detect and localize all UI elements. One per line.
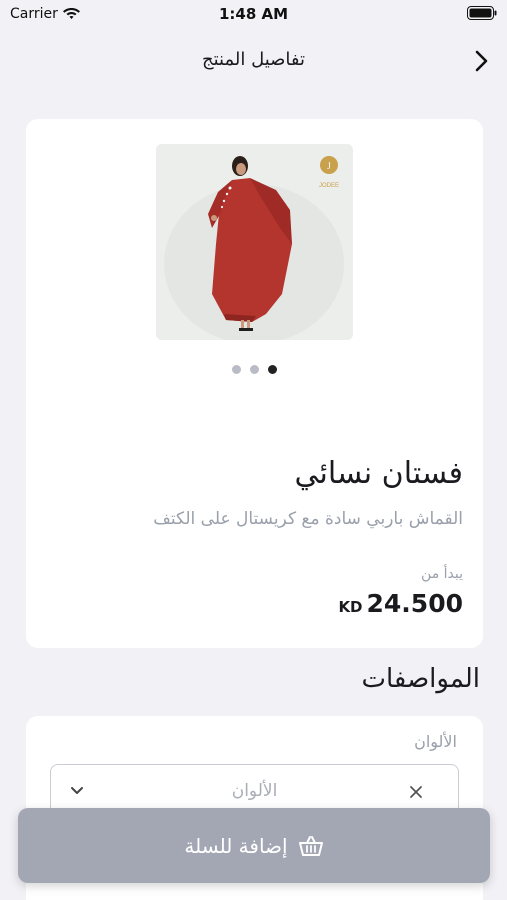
product-photo: J JODEE: [156, 144, 353, 340]
colors-label: الألوان: [414, 732, 457, 751]
pager-dot[interactable]: [250, 365, 259, 374]
image-pager[interactable]: [26, 359, 483, 378]
basket-icon: [298, 835, 323, 856]
svg-text:JODEE: JODEE: [319, 183, 339, 189]
svg-text:J: J: [327, 161, 331, 171]
battery-icon: [467, 6, 497, 20]
close-icon[interactable]: [408, 784, 424, 800]
product-card: J JODEE فستان نسائي القماش باربي سادة مع…: [26, 119, 483, 648]
price-currency: KD: [338, 598, 363, 616]
pager-dot-active[interactable]: [268, 365, 278, 374]
product-description: القماش باربي سادة مع كريستال على الكتف: [153, 509, 463, 529]
price-value: 24.500: [366, 589, 463, 618]
colors-placeholder: الألوان: [231, 781, 278, 801]
chevron-right-icon[interactable]: [469, 47, 493, 75]
product-name: فستان نسائي: [294, 456, 463, 491]
add-to-cart-button[interactable]: إضافة للسلة: [18, 808, 490, 883]
page-title: تفاصيل المنتج: [201, 49, 306, 70]
nav-bar: تفاصيل المنتج: [0, 38, 507, 84]
price: KD 24.500: [338, 589, 463, 618]
price-caption: يبدأ من: [421, 566, 463, 582]
add-to-cart-content[interactable]: إضافة للسلة: [18, 808, 490, 883]
pager-dot[interactable]: [231, 365, 241, 374]
add-to-cart-label: إضافة للسلة: [184, 833, 288, 858]
product-image[interactable]: J JODEE: [156, 144, 353, 340]
status-time: 1:48 AM: [218, 5, 289, 23]
specs-heading: المواصفات: [361, 664, 480, 694]
status-bar: Carrier 1:48 AM: [0, 0, 507, 30]
